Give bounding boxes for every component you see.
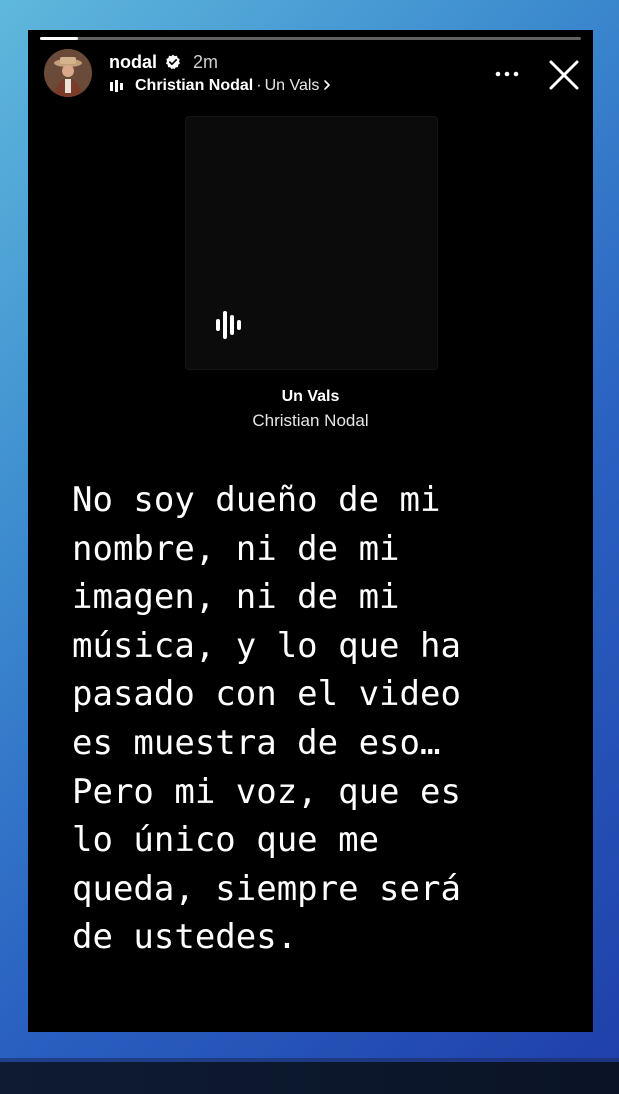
more-dots-icon[interactable] (490, 60, 524, 86)
avatar[interactable] (44, 49, 92, 97)
music-sticker-card[interactable] (185, 116, 438, 370)
verified-badge-icon (166, 54, 180, 70)
music-bars-icon (110, 80, 123, 92)
avatar-image (44, 49, 92, 97)
story-timestamp: 2m (193, 52, 219, 72)
story-progress-bar (40, 37, 581, 40)
music-bars-icon (216, 311, 241, 339)
music-attribution[interactable]: Christian Nodal · Un Vals (135, 76, 331, 96)
story-progress-fill (40, 37, 78, 40)
story-viewer[interactable]: nodal 2m Christian Nodal · Un Vals Un Vals… (28, 30, 593, 1032)
story-username[interactable]: nodal (109, 51, 157, 73)
bottom-strip (0, 1062, 619, 1094)
music-sticker-artist: Christian Nodal (252, 411, 369, 430)
music-artist: Christian Nodal (135, 77, 254, 94)
close-icon[interactable] (545, 56, 583, 94)
music-song: Un Vals (264, 77, 320, 94)
music-separator: · (256, 77, 262, 94)
music-sticker-title: Un Vals (281, 388, 340, 405)
chevron-right-icon (324, 80, 331, 90)
story-message-text: No soy dueño de mi nombre, ni de mi imag… (72, 480, 461, 958)
